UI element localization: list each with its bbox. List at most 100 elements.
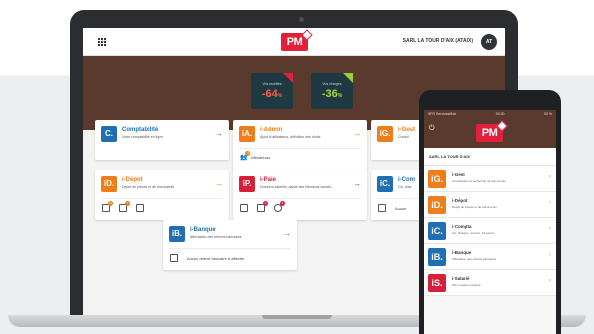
item-title: i-Salarié xyxy=(452,276,470,281)
card-ipaie[interactable]: iP. i-Paie Dossiers salariés, saisie des… xyxy=(233,170,367,220)
arrow-right-icon[interactable]: → xyxy=(215,179,223,188)
idepot-icon: iD. xyxy=(101,176,117,192)
calendar-icon[interactable] xyxy=(240,204,248,212)
isalarie-icon: iS. xyxy=(428,274,446,292)
laptop-notch xyxy=(262,315,332,319)
down-arrow-icon xyxy=(283,73,293,83)
ibanque-icon: iB. xyxy=(169,226,185,242)
arrow-right-icon[interactable]: → xyxy=(353,179,361,188)
badge: 1 xyxy=(125,201,130,206)
badge: 1 xyxy=(263,201,268,206)
item-title: i-Compta xyxy=(452,224,472,229)
icompta-icon: iC. xyxy=(428,222,446,240)
chevron-right-icon: › xyxy=(549,200,551,206)
card-subtitle: Ajout d'utilisateurs, définition des dro… xyxy=(260,135,321,139)
icompta-footer: Aucun xyxy=(378,204,406,212)
company-name: SARL LA TOUR D'AIX (ATAIX) xyxy=(402,38,473,44)
item-title: i-Gest xyxy=(452,172,465,177)
card-title: Comptabilité xyxy=(122,127,159,133)
phone-item-igestion[interactable]: iG. i-Gest Consultation et recherche de … xyxy=(424,166,556,192)
ibanque-icon: iB. xyxy=(428,248,446,266)
pm-logo[interactable]: PM xyxy=(281,33,308,51)
card-comptabilite[interactable]: C. Comptabilité Votre comptabilité en li… xyxy=(95,120,229,160)
charges-value: -36% xyxy=(321,88,343,100)
arrow-right-icon[interactable]: → xyxy=(215,129,223,138)
charges-stat[interactable]: Vos charges -36% xyxy=(311,73,353,109)
chevron-right-icon: › xyxy=(549,174,551,180)
item-subtitle: CA, charges, recours, trésorerie xyxy=(452,231,495,235)
power-icon[interactable]: ⏻ xyxy=(429,125,435,133)
card-title: i-Gest xyxy=(398,127,416,133)
item-subtitle: Mon espace employé xyxy=(452,283,481,287)
phone-item-icompta[interactable]: iC. i-Compta CA, charges, recours, tréso… xyxy=(424,218,556,244)
calendar-icon[interactable] xyxy=(378,204,386,212)
igestion-icon: iG. xyxy=(428,170,446,188)
divider xyxy=(169,248,291,249)
apps-grid-icon[interactable] xyxy=(98,38,106,46)
card-idepot[interactable]: iD. i-Dépot Dépôt de pièces et de docume… xyxy=(95,170,229,220)
phone-header: ⏻ PM xyxy=(424,118,556,148)
icompta-foot-text: Aucun xyxy=(395,205,407,211)
card-title: i-Admin xyxy=(260,127,283,133)
users-icon: 👥 3 xyxy=(240,151,251,161)
stage: PM SARL LA TOUR D'AIX (ATAIX) AT Vos rec… xyxy=(0,0,594,334)
app-header: PM SARL LA TOUR D'AIX (ATAIX) AT xyxy=(83,28,505,56)
item-title: i-Dépot xyxy=(452,198,468,203)
comptabilite-icon: C. xyxy=(101,126,117,142)
iadmin-icon: iA. xyxy=(239,126,255,142)
card-iadmin[interactable]: iA. i-Admin Ajout d'utilisateurs, défini… xyxy=(233,120,367,170)
card-subtitle: Affectation des relevés bancaires xyxy=(190,235,242,239)
ipaie-actions: 1 1 xyxy=(240,201,288,212)
users-link[interactable]: 👥 3 Utilisateurs xyxy=(240,151,271,161)
edit-document-icon[interactable] xyxy=(136,204,144,212)
users-label: Utilisateurs xyxy=(250,155,271,160)
card-title: i-Dépot xyxy=(122,177,143,183)
ibanque-footer: Aucun relevé bancaire à affecter xyxy=(170,254,245,262)
badge: 10 xyxy=(108,201,113,206)
phone-screen: SFR ServicesMob 09:30 53 % ⏻ PM SARL LA … xyxy=(424,110,556,334)
card-ibanque[interactable]: iB. i-Banque Affectation des relevés ban… xyxy=(163,220,297,270)
divider xyxy=(239,198,361,199)
card-title: i-Com xyxy=(398,177,415,183)
card-subtitle: Dossiers salariés, saisie des éléments v… xyxy=(260,185,334,189)
badge: 1 xyxy=(280,201,285,206)
item-title: i-Banque xyxy=(452,250,472,255)
card-subtitle: CA, char xyxy=(398,185,412,189)
pm-logo[interactable]: PM xyxy=(476,124,503,142)
divider xyxy=(239,148,361,149)
info-icon[interactable]: 1 xyxy=(274,201,285,212)
chevron-right-icon: › xyxy=(549,226,551,232)
divider xyxy=(101,198,223,199)
documents-icon[interactable]: 10 xyxy=(102,201,113,212)
igestion-icon: iG. xyxy=(377,126,393,142)
chevron-right-icon: › xyxy=(549,278,551,284)
card-subtitle: Votre comptabilité en ligne xyxy=(122,135,164,139)
card-subtitle: Consul xyxy=(398,135,409,139)
item-subtitle: Affectation des relevés bancaires xyxy=(452,257,497,261)
phone-item-ibanque[interactable]: iB. i-Banque Affectation des relevés ban… xyxy=(424,244,556,270)
user-avatar[interactable]: AT xyxy=(481,34,497,50)
phone-status-bar: SFR ServicesMob 09:30 53 % xyxy=(424,110,556,118)
payslip-icon[interactable]: 1 xyxy=(257,201,268,212)
phone-company: SARL LA TOUR D'AIX xyxy=(424,148,556,166)
revenue-value: -64% xyxy=(261,88,283,100)
item-subtitle: Dépôt de pièces et de documents xyxy=(452,205,497,209)
arrow-right-icon[interactable]: → xyxy=(353,129,361,138)
upload-icon[interactable]: 1 xyxy=(119,201,130,212)
card-title: i-Banque xyxy=(190,227,216,233)
phone-item-isalarie[interactable]: iS. i-Salarié Mon espace employé › xyxy=(424,270,556,296)
icompta-icon: iC. xyxy=(377,176,393,192)
idepot-icon: iD. xyxy=(428,196,446,214)
document-icon xyxy=(170,254,178,262)
card-title: i-Paie xyxy=(260,177,277,183)
ipaie-icon: iP. xyxy=(239,176,255,192)
phone-item-idepot[interactable]: iD. i-Dépot Dépôt de pièces et de docume… xyxy=(424,192,556,218)
revenue-stat[interactable]: Vos recettes -64% xyxy=(251,73,293,109)
down-arrow-icon xyxy=(343,73,353,83)
arrow-right-icon[interactable]: → xyxy=(283,229,291,238)
ibanque-foot-text: Aucun relevé bancaire à affecter xyxy=(187,255,245,261)
idepot-actions: 10 1 xyxy=(102,201,150,212)
laptop-camera xyxy=(299,17,304,22)
chevron-right-icon: › xyxy=(549,252,551,258)
card-subtitle: Dépôt de pièces et de documents xyxy=(122,185,175,189)
